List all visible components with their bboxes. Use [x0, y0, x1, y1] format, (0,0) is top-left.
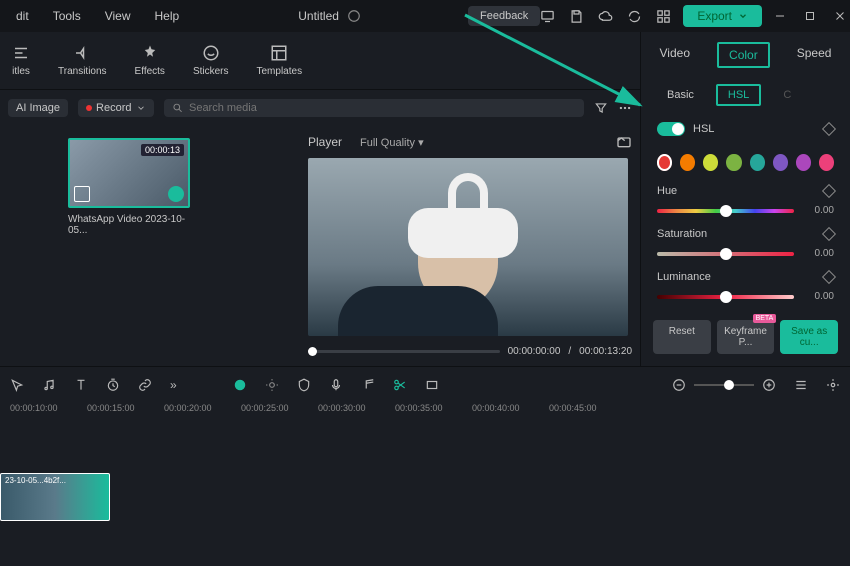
close-icon[interactable] [834, 10, 846, 22]
saturation-slider[interactable] [657, 252, 794, 256]
save-icon[interactable] [569, 9, 584, 24]
menu-view[interactable]: View [93, 9, 143, 23]
shield-icon[interactable] [297, 378, 311, 392]
link-icon[interactable] [138, 378, 152, 392]
subtab-curves[interactable]: C [773, 86, 801, 104]
tab-transitions[interactable]: Transitions [58, 44, 107, 77]
chevron-down-icon [136, 103, 146, 113]
tab-speed[interactable]: Speed [787, 42, 842, 68]
feedback-button[interactable]: Feedback [468, 6, 540, 26]
cloud-status-icon [347, 9, 361, 23]
maximize-icon[interactable] [804, 10, 816, 22]
refresh-icon[interactable] [627, 9, 642, 24]
keyframe-icon[interactable] [822, 184, 836, 198]
tab-stickers[interactable]: Stickers [193, 44, 229, 77]
audio-icon[interactable] [42, 378, 56, 392]
zoom-in-icon[interactable] [762, 378, 776, 392]
swatch-red[interactable] [657, 154, 672, 171]
tool-tabs: itles Transitions Effects Stickers Templ… [0, 32, 640, 90]
frame-icon[interactable] [425, 378, 439, 392]
expand-icon[interactable] [74, 186, 90, 202]
zoom-out-icon[interactable] [672, 378, 686, 392]
snapshot-icon[interactable] [616, 134, 632, 150]
record-button[interactable]: Record [78, 99, 153, 117]
time-total: 00:00:13:20 [579, 346, 632, 357]
export-button[interactable]: Export [683, 5, 762, 27]
timeline-ruler[interactable]: 00:00:10:00 00:00:15:00 00:00:20:00 00:0… [0, 403, 850, 433]
ai-image-button[interactable]: AI Image [8, 99, 68, 117]
search-row: AI Image Record [0, 90, 640, 126]
more-icon[interactable] [618, 101, 632, 115]
color-swatches [641, 146, 850, 179]
cut-icon[interactable] [393, 378, 407, 392]
preview-viewport[interactable] [308, 158, 628, 336]
monitor-icon[interactable] [540, 9, 555, 24]
timeline: » 00:00:10:00 00:00:15:00 00:00:20:00 00… [0, 366, 850, 544]
media-thumb[interactable]: 00:00:13 WhatsApp Video 2023-10-05... [68, 138, 190, 236]
minimize-icon[interactable] [774, 10, 786, 22]
hsl-label: HSL [693, 123, 714, 135]
swatch-violet[interactable] [796, 154, 811, 171]
swatch-pink[interactable] [819, 154, 834, 171]
swatch-purple[interactable] [773, 154, 788, 171]
luminance-slider[interactable] [657, 295, 794, 299]
inspector-panel: Video Color Speed Basic HSL C HSL Hue 0.… [640, 32, 850, 366]
cloud-icon[interactable] [598, 9, 613, 24]
hue-label: Hue [657, 185, 677, 197]
text-icon[interactable] [74, 378, 88, 392]
mic-icon[interactable] [329, 378, 343, 392]
pointer-icon[interactable] [10, 378, 24, 392]
timer-icon[interactable] [106, 378, 120, 392]
player-panel: Player Full Quality ▾ 00:00:00:00 / 00:0… [300, 126, 640, 358]
reset-button[interactable]: Reset [653, 320, 711, 354]
hsl-toggle[interactable] [657, 122, 685, 136]
subtab-basic[interactable]: Basic [657, 86, 704, 104]
swatch-green[interactable] [726, 154, 741, 171]
menu-tools[interactable]: Tools [41, 9, 93, 23]
hue-slider[interactable] [657, 209, 794, 213]
quality-dropdown[interactable]: Full Quality ▾ [360, 136, 424, 149]
settings-icon[interactable] [826, 378, 840, 392]
player-title: Player [308, 135, 342, 149]
thumb-duration: 00:00:13 [141, 144, 184, 156]
saturation-label: Saturation [657, 228, 707, 240]
chevron-down-icon [738, 11, 748, 21]
keyframe-preset-button[interactable]: BETAKeyframe P... [717, 320, 775, 354]
tab-effects[interactable]: Effects [135, 44, 165, 77]
tab-video[interactable]: Video [650, 42, 700, 68]
time-current: 00:00:00:00 [508, 346, 561, 357]
timeline-clip[interactable]: 23-10-05...4b2f... [0, 473, 110, 521]
brightness-icon[interactable] [265, 378, 279, 392]
menu-help[interactable]: Help [143, 9, 192, 23]
thumb-name: WhatsApp Video 2023-10-05... [68, 214, 190, 236]
doc-title: Untitled [298, 9, 339, 23]
tab-titles[interactable]: itles [12, 44, 30, 77]
titlebar: dit Tools View Help Untitled Feedback Ex… [0, 0, 850, 32]
zoom-slider[interactable] [694, 384, 754, 386]
tab-color[interactable]: Color [717, 42, 770, 68]
subtab-hsl[interactable]: HSL [716, 84, 761, 106]
swatch-teal[interactable] [750, 154, 765, 171]
keyframe-icon[interactable] [822, 227, 836, 241]
filter-icon[interactable] [594, 101, 608, 115]
scrub-bar[interactable] [308, 350, 500, 353]
search-input[interactable] [164, 99, 585, 117]
list-icon[interactable] [794, 378, 808, 392]
check-icon [168, 186, 184, 202]
music-note-icon[interactable] [361, 378, 375, 392]
face-icon[interactable] [233, 378, 247, 392]
keyframe-icon[interactable] [822, 122, 836, 136]
search-icon [172, 102, 183, 114]
save-custom-button[interactable]: Save as cu... [780, 320, 838, 354]
tab-templates[interactable]: Templates [257, 44, 303, 77]
swatch-yellow[interactable] [703, 154, 718, 171]
grid-icon[interactable] [656, 9, 671, 24]
keyframe-icon[interactable] [822, 270, 836, 284]
expand-icon[interactable]: » [170, 378, 177, 392]
menu-edit[interactable]: dit [4, 9, 41, 23]
luminance-label: Luminance [657, 271, 711, 283]
swatch-orange[interactable] [680, 154, 695, 171]
media-panel: 00:00:13 WhatsApp Video 2023-10-05... [0, 126, 300, 358]
